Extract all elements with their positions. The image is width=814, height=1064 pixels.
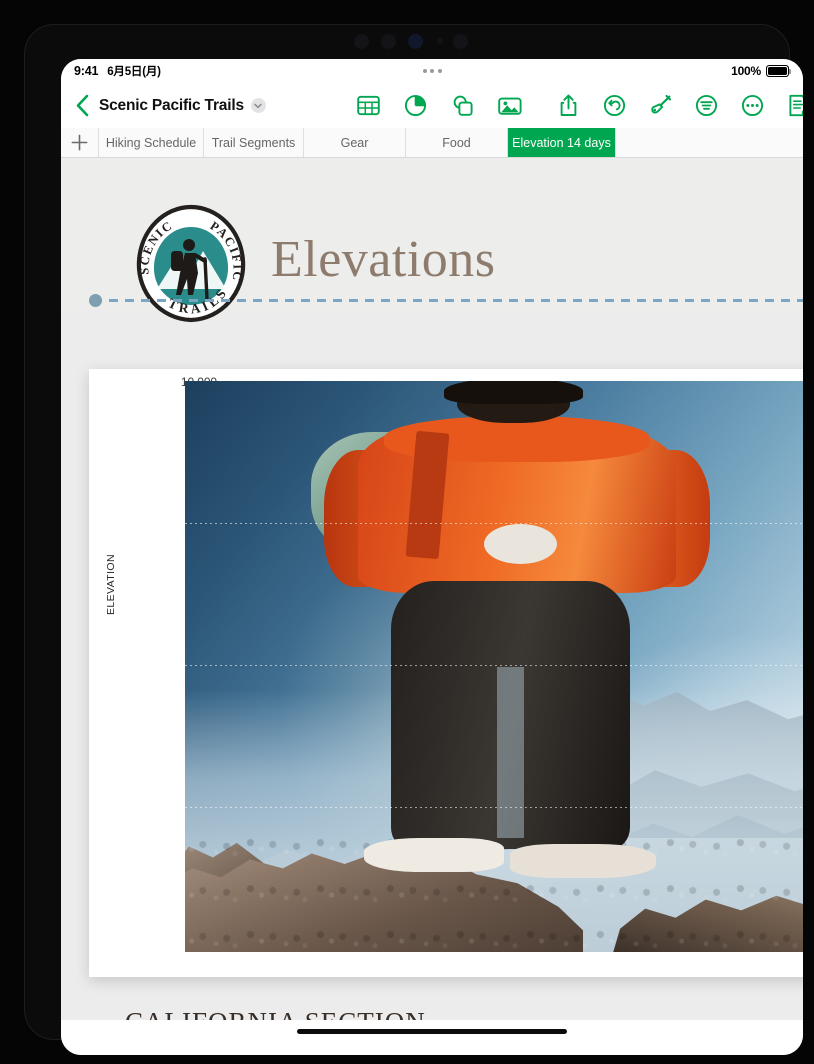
sheet-tab-trail-segments[interactable]: Trail Segments <box>204 128 304 157</box>
filter-lines-circle-icon <box>695 94 718 117</box>
paintbrush-icon <box>651 94 672 114</box>
ipad-device: 9:41 6月5日(月) 100% Scenic Pacific Trails … <box>0 0 814 1064</box>
insert-shape-button[interactable] <box>449 92 476 119</box>
bottom-bar <box>61 1020 803 1055</box>
pie-chart-icon <box>404 94 427 117</box>
battery-percent-label: 100% <box>731 64 761 78</box>
chart-card[interactable]: ELEVATION 10,000 7,500 5,000 2,500 <box>89 369 803 977</box>
document-setup-button[interactable] <box>785 92 803 119</box>
action-tools-group <box>555 92 803 119</box>
selection-handle[interactable] <box>89 294 102 307</box>
document-title-button[interactable]: Scenic Pacific Trails <box>99 97 266 115</box>
status-date: 6月5日(月) <box>107 66 161 78</box>
back-button[interactable] <box>65 94 99 117</box>
status-bar-center <box>61 59 803 83</box>
hiker-hair <box>443 381 584 404</box>
undo-button[interactable] <box>601 92 628 119</box>
ipad-screen: 9:41 6月5日(月) 100% Scenic Pacific Trails … <box>61 59 803 1055</box>
insert-media-button[interactable] <box>496 92 523 119</box>
sheet-tab-food[interactable]: Food <box>406 128 508 157</box>
hiker-left-shoe <box>364 837 504 873</box>
undo-arrow-icon <box>603 94 626 117</box>
hiker-leg-gap <box>497 666 524 838</box>
device-bezel: 9:41 6月5日(月) 100% Scenic Pacific Trails … <box>24 24 803 1055</box>
hiker-right-shoe <box>510 843 657 878</box>
status-bar-left: 9:41 6月5日(月) <box>74 63 161 79</box>
table-icon <box>357 95 380 116</box>
add-sheet-button[interactable] <box>61 128 99 157</box>
plus-icon <box>71 134 88 151</box>
organize-button[interactable] <box>693 92 720 119</box>
sheet-tab-bar: Hiking Schedule Trail Segments Gear Food… <box>61 128 803 158</box>
share-button[interactable] <box>555 92 582 119</box>
sheet-tab-label: Food <box>442 135 471 150</box>
sheet-tab-label: Hiking Schedule <box>105 135 197 150</box>
document-badge-icon <box>788 94 803 116</box>
sheet-tab-label: Trail Segments <box>211 135 296 150</box>
sheet-tab-elevation-14-days[interactable]: Elevation 14 days <box>508 128 616 157</box>
sheet-tab-gear[interactable]: Gear <box>304 128 406 157</box>
sensor-dot <box>354 34 369 49</box>
front-camera <box>408 34 423 49</box>
insert-table-button[interactable] <box>355 92 382 119</box>
spreadsheet-canvas[interactable]: SCENIC PACIFIC TRAILS Elevations ELEVATI… <box>61 158 803 1020</box>
sensor-dot <box>437 38 443 44</box>
more-button[interactable] <box>739 92 766 119</box>
sensor-dot <box>381 34 396 49</box>
document-title: Scenic Pacific Trails <box>99 96 244 114</box>
y-axis-title: ELEVATION <box>105 554 117 615</box>
status-bar-right: 100% <box>731 64 792 78</box>
selection-dashed-line <box>93 299 803 302</box>
battery-full-icon <box>766 65 792 77</box>
chevron-down-icon[interactable] <box>250 98 266 113</box>
hiker-water-bottle <box>483 523 557 564</box>
ellipsis-circle-icon <box>741 94 764 117</box>
chart-plot-area <box>185 381 803 952</box>
section-heading: CALIFORNIA SECTION <box>125 1007 426 1020</box>
home-indicator-bar[interactable] <box>297 1029 567 1034</box>
insert-tools-group <box>355 92 523 119</box>
insert-chart-button[interactable] <box>402 92 429 119</box>
shapes-icon <box>453 95 473 116</box>
chevron-left-icon <box>76 94 89 117</box>
app-toolbar: Scenic Pacific Trails <box>61 83 803 128</box>
share-up-arrow-icon <box>560 94 577 116</box>
format-button[interactable] <box>647 92 674 119</box>
status-time: 9:41 <box>74 64 99 78</box>
sheet-tab-hiking-schedule[interactable]: Hiking Schedule <box>99 128 204 157</box>
sheet-tab-label: Elevation 14 days <box>512 135 611 150</box>
sheet-header-block: SCENIC PACIFIC TRAILS Elevations <box>61 158 803 323</box>
sensor-dot <box>453 34 468 49</box>
status-bar: 9:41 6月5日(月) 100% <box>61 59 803 83</box>
sheet-tab-label: Gear <box>340 135 369 150</box>
media-photo-icon <box>497 97 522 115</box>
page-title: Elevations <box>271 231 496 288</box>
scenic-pacific-trails-logo: SCENIC PACIFIC TRAILS <box>131 203 251 325</box>
multitasking-dots-icon[interactable] <box>422 69 442 73</box>
